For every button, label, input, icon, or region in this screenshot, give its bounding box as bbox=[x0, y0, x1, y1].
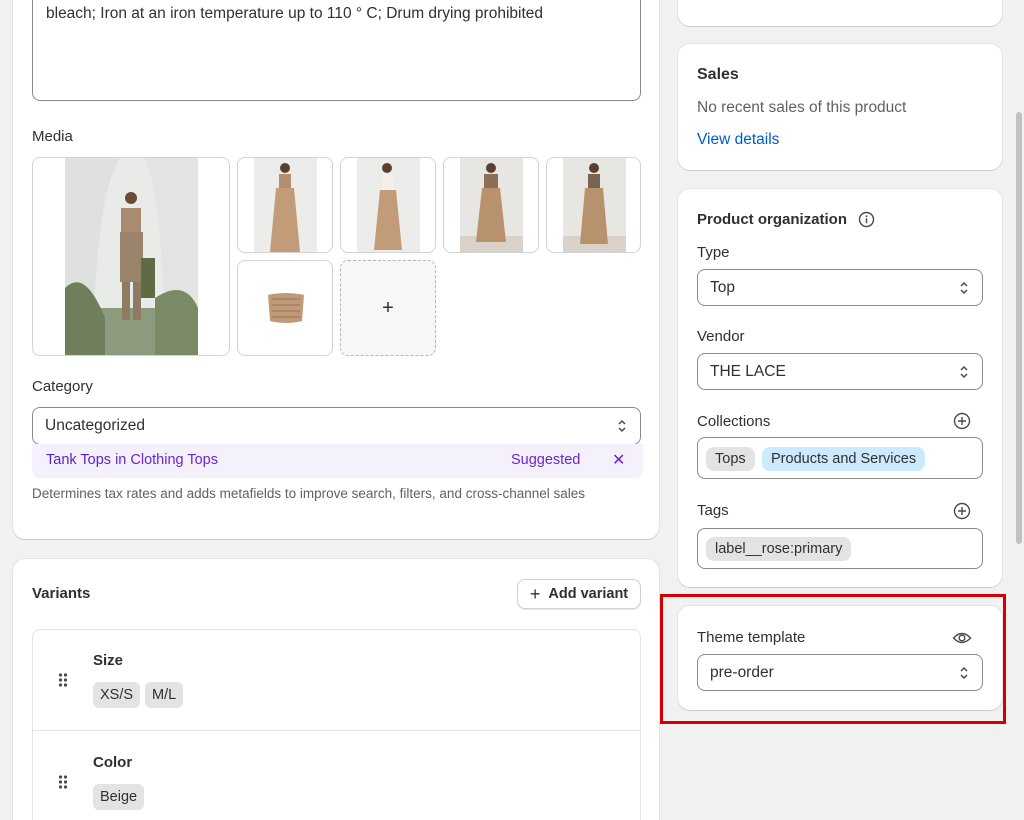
suggestion-category-path: in Clothing Tops bbox=[115, 452, 218, 468]
variant-option-name: Size bbox=[93, 652, 124, 669]
select-chevron-icon bbox=[960, 281, 968, 294]
add-variant-label: Add variant bbox=[548, 586, 629, 602]
collections-label: Collections bbox=[697, 413, 771, 430]
type-value: Top bbox=[710, 278, 735, 296]
highlight-box bbox=[660, 594, 1006, 724]
view-details-link[interactable]: View details bbox=[697, 131, 779, 149]
type-select[interactable]: Top bbox=[697, 269, 983, 306]
variant-divider bbox=[33, 730, 640, 731]
media-thumb[interactable] bbox=[237, 260, 333, 356]
product-photo bbox=[254, 158, 317, 252]
category-heading: Category bbox=[32, 378, 93, 395]
drag-handle-icon[interactable] bbox=[58, 672, 68, 688]
media-thumb[interactable] bbox=[443, 157, 539, 253]
variant-option-name: Color bbox=[93, 754, 133, 771]
vendor-select[interactable]: THE LACE bbox=[697, 353, 983, 390]
media-heading: Media bbox=[32, 128, 73, 145]
product-photo bbox=[268, 293, 304, 323]
sales-heading: Sales bbox=[697, 66, 739, 83]
category-suggestion[interactable]: Tank Tops in Clothing Tops Suggested ✕ bbox=[32, 444, 643, 478]
previous-card bbox=[678, 0, 1002, 26]
variants-heading: Variants bbox=[32, 585, 91, 602]
type-label: Type bbox=[697, 244, 730, 261]
add-variant-button[interactable]: + Add variant bbox=[517, 579, 641, 609]
collection-chip[interactable]: Products and Services bbox=[762, 447, 926, 471]
category-help-text: Determines tax rates and adds metafields… bbox=[32, 486, 586, 501]
product-photo bbox=[357, 158, 420, 252]
collection-chip[interactable]: Tops bbox=[706, 447, 755, 471]
vendor-value: THE LACE bbox=[710, 362, 786, 380]
select-chevron-icon bbox=[618, 419, 626, 433]
product-photo bbox=[563, 158, 626, 252]
sales-status: No recent sales of this product bbox=[697, 99, 907, 116]
add-media-button[interactable]: + bbox=[340, 260, 436, 356]
media-main-image[interactable] bbox=[32, 157, 230, 356]
info-icon[interactable] bbox=[858, 211, 875, 228]
product-photo bbox=[460, 158, 523, 252]
add-tag-icon[interactable] bbox=[953, 502, 971, 520]
suggested-label: Suggested bbox=[511, 452, 581, 468]
vendor-label: Vendor bbox=[697, 328, 745, 345]
media-thumb[interactable] bbox=[340, 157, 436, 253]
add-collection-icon[interactable] bbox=[953, 412, 971, 430]
variant-value-chip: Beige bbox=[93, 784, 145, 810]
media-thumb[interactable] bbox=[237, 157, 333, 253]
category-value: Uncategorized bbox=[45, 417, 145, 434]
variant-value-chip: XS/S bbox=[93, 682, 141, 708]
variant-value-chip: M/L bbox=[145, 682, 184, 708]
category-select[interactable]: Uncategorized bbox=[32, 407, 641, 445]
product-photo-main bbox=[65, 158, 198, 355]
suggestion-text: Tank Tops in Clothing Tops bbox=[46, 452, 218, 468]
tag-chip[interactable]: label__rose:primary bbox=[706, 537, 852, 561]
select-chevron-icon bbox=[960, 365, 968, 378]
plus-icon: + bbox=[529, 583, 541, 604]
media-thumb[interactable] bbox=[546, 157, 641, 253]
drag-handle-icon[interactable] bbox=[58, 774, 68, 790]
description-text: bleach; Iron at an iron temperature up t… bbox=[46, 5, 544, 22]
organization-heading: Product organization bbox=[697, 211, 847, 228]
tags-label: Tags bbox=[697, 502, 729, 519]
dismiss-suggestion-icon[interactable]: ✕ bbox=[612, 450, 625, 470]
scrollbar-thumb[interactable] bbox=[1016, 112, 1022, 544]
suggestion-category-name: Tank Tops bbox=[46, 452, 112, 468]
